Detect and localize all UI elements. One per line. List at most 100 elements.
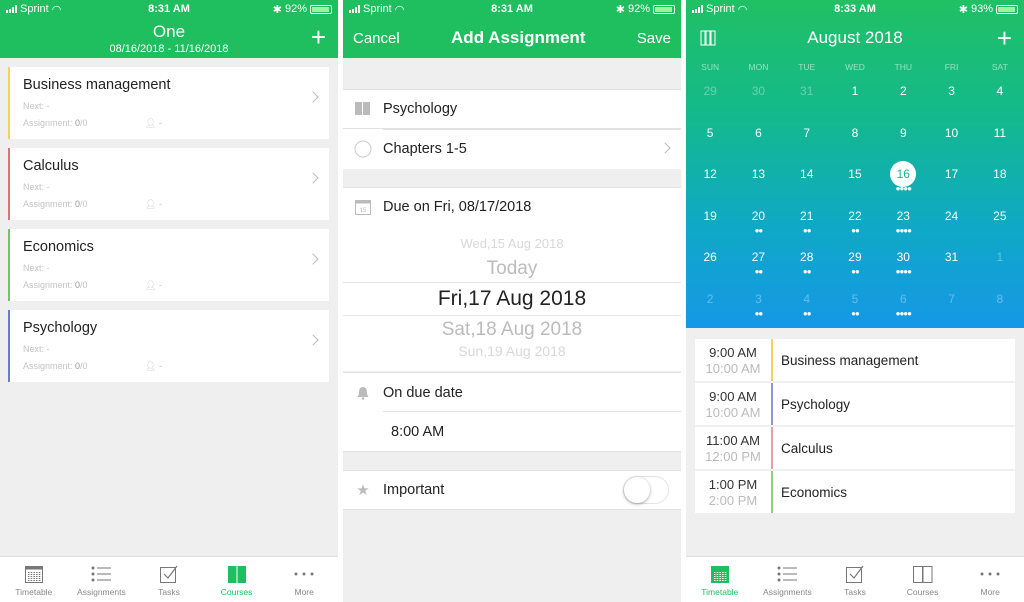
reminder-time-field[interactable]: 8:00 AM — [343, 412, 681, 452]
calendar-day[interactable]: 8 — [976, 286, 1024, 328]
calendar-day[interactable]: 31 — [783, 78, 831, 120]
course-card[interactable]: Business management Next: - Assignment: … — [8, 67, 329, 139]
course-card[interactable]: Psychology Next: - Assignment: 0/0 👤︎ - — [8, 310, 329, 382]
calendar-day[interactable]: 14 — [783, 161, 831, 203]
end-time: 10:00 AM — [705, 361, 761, 376]
date-picker[interactable]: Wed,15 Aug 2018 Today Fri,17 Aug 2018 Sa… — [343, 226, 681, 371]
tab-more[interactable]: More — [956, 557, 1024, 602]
calendar-day[interactable]: 21 ●● — [783, 203, 831, 245]
important-toggle[interactable] — [623, 476, 669, 504]
signal-icon — [6, 5, 17, 13]
calendar-day[interactable]: 25 — [976, 203, 1024, 245]
picker-selected[interactable]: Fri,17 Aug 2018 — [343, 282, 681, 316]
page-title: Add Assignment — [451, 28, 586, 47]
day-number: 7 — [803, 125, 811, 140]
picker-option[interactable]: Wed,15 Aug 2018 — [343, 236, 681, 251]
tab-timetable[interactable]: Timetable — [686, 557, 754, 602]
add-course-button[interactable]: + — [311, 24, 326, 50]
calendar-day[interactable]: 4 ●● — [783, 286, 831, 328]
calendar-day[interactable]: 7 — [927, 286, 975, 328]
calendar-day[interactable]: 17 — [927, 161, 975, 203]
view-toggle-icon[interactable] — [700, 30, 716, 51]
course-field[interactable]: Psychology — [343, 89, 681, 129]
chevron-right-icon — [307, 172, 319, 184]
add-event-button[interactable]: + — [997, 25, 1012, 51]
calendar-day[interactable]: 5 ●● — [831, 286, 879, 328]
calendar-day[interactable]: 23 ●●●● — [879, 203, 927, 245]
calendar-day[interactable]: 18 — [976, 161, 1024, 203]
event-name: Psychology — [781, 396, 851, 412]
day-number: 5 — [851, 291, 859, 306]
calendar-day[interactable]: 26 — [686, 244, 734, 286]
battery-icon — [996, 4, 1018, 14]
calendar-day[interactable]: 9 — [879, 120, 927, 162]
tab-tasks[interactable]: Tasks — [821, 557, 889, 602]
picker-option[interactable]: Sat,18 Aug 2018 — [343, 319, 681, 341]
calendar-day[interactable]: 15 — [831, 161, 879, 203]
event-times: 9:00 AM 10:00 AM — [695, 339, 771, 381]
calendar-day[interactable]: 1 — [831, 78, 879, 120]
picker-option[interactable]: Sun,19 Aug 2018 — [343, 343, 681, 359]
calendar-day[interactable]: 30 ●●●● — [879, 244, 927, 286]
due-date-field[interactable]: 15 Due on Fri, 08/17/2018 — [343, 187, 681, 227]
course-card[interactable]: Calculus Next: - Assignment: 0/0 👤︎ - — [8, 148, 329, 220]
tab-assignments[interactable]: Assignments — [754, 557, 822, 602]
calendar-day[interactable]: 2 — [686, 286, 734, 328]
calendar-day[interactable]: 6 — [734, 120, 782, 162]
calendar-day[interactable]: 20 ●● — [734, 203, 782, 245]
next-label: Next: - — [23, 182, 50, 192]
calendar-day[interactable]: 13 — [734, 161, 782, 203]
tab-more[interactable]: More — [270, 557, 338, 602]
reminder-field[interactable]: On due date — [343, 372, 681, 412]
tab-courses[interactable]: Courses — [203, 557, 271, 602]
calendar-day[interactable]: 1 — [976, 244, 1024, 286]
battery-percent: 92% — [284, 3, 307, 15]
tab-courses[interactable]: Courses — [889, 557, 957, 602]
timetable-event[interactable]: 9:00 AM 10:00 AM Psychology — [695, 383, 1015, 425]
calendar-day[interactable]: 29 — [686, 78, 734, 120]
calendar-day[interactable]: 28 ●● — [783, 244, 831, 286]
calendar-day[interactable]: 22 ●● — [831, 203, 879, 245]
picker-option[interactable]: Today — [343, 258, 681, 280]
end-time: 10:00 AM — [705, 405, 761, 420]
save-button[interactable]: Save — [637, 30, 671, 47]
calendar-day[interactable]: 4 — [976, 78, 1024, 120]
calendar-day[interactable]: 8 — [831, 120, 879, 162]
tab-timetable[interactable]: Timetable — [0, 557, 68, 602]
weekday-label: TUE — [798, 62, 816, 72]
cancel-button[interactable]: Cancel — [353, 30, 400, 47]
calendar-day[interactable]: 3 ●● — [734, 286, 782, 328]
calendar-day[interactable]: 24 — [927, 203, 975, 245]
calendar-day[interactable]: 16 ●●●● — [879, 161, 927, 203]
calendar-day[interactable]: 5 — [686, 120, 734, 162]
calendar-day[interactable]: 29 ●● — [831, 244, 879, 286]
important-label: Important — [383, 482, 445, 498]
calendar-day[interactable]: 19 — [686, 203, 734, 245]
signal-icon — [349, 5, 360, 13]
tab-label: More — [980, 587, 1000, 597]
tab-label: Tasks — [844, 587, 866, 597]
calendar-day[interactable]: 31 — [927, 244, 975, 286]
calendar-day[interactable]: 3 — [927, 78, 975, 120]
calendar-day[interactable]: 6 ●●●● — [879, 286, 927, 328]
calendar-day[interactable]: 27 ●● — [734, 244, 782, 286]
assignment-name-field[interactable]: Chapters 1-5 — [343, 129, 681, 169]
chevron-right-icon — [307, 253, 319, 265]
checkbox-icon — [159, 564, 178, 584]
calendar-day[interactable]: 7 — [783, 120, 831, 162]
tab-tasks[interactable]: Tasks — [135, 557, 203, 602]
calendar-day[interactable]: 12 — [686, 161, 734, 203]
day-number: 31 — [800, 84, 814, 98]
calendar-day[interactable]: 2 — [879, 78, 927, 120]
calendar-day[interactable]: 30 — [734, 78, 782, 120]
teacher-name: - — [158, 199, 162, 209]
timetable-event[interactable]: 1:00 PM 2:00 PM Economics — [695, 471, 1015, 513]
timetable-event[interactable]: 11:00 AM 12:00 PM Calculus — [695, 427, 1015, 469]
calendar-day[interactable]: 11 — [976, 120, 1024, 162]
tab-assignments[interactable]: Assignments — [68, 557, 136, 602]
signal-icon — [692, 5, 703, 13]
course-card[interactable]: Economics Next: - Assignment: 0/0 👤︎ - — [8, 229, 329, 301]
timetable-event[interactable]: 9:00 AM 10:00 AM Business management — [695, 339, 1015, 381]
event-dots: ●●●● — [895, 308, 912, 318]
calendar-day[interactable]: 10 — [927, 120, 975, 162]
